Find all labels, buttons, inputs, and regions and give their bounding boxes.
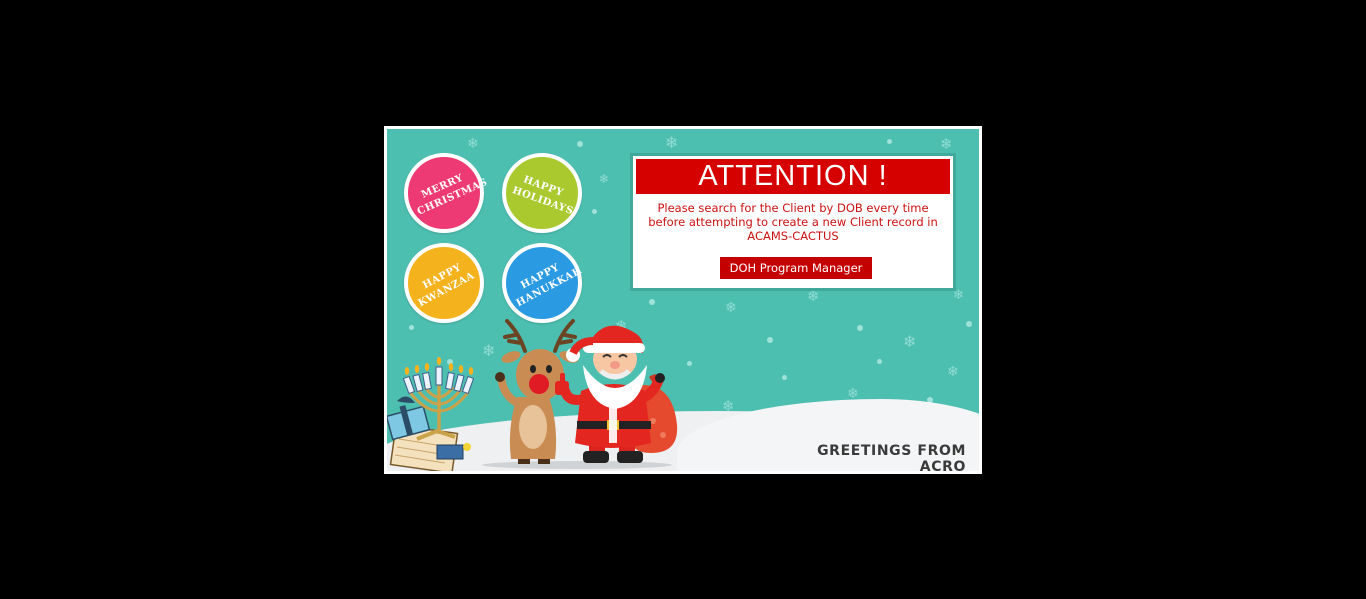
attention-message: Please search for the Client by DOB ever…: [648, 201, 938, 243]
holiday-card: ❄ ❄ ❄ ❄ ❄ ❄ ❄ ❄ ❄ ❄ ❄ ❄ ❄ MERRY CHRISTMA…: [387, 129, 979, 471]
attention-panel: ATTENTION ! Please search for the Client…: [630, 153, 956, 291]
attention-title: ATTENTION !: [636, 159, 950, 194]
greetings-text: GREETINGS FROM ACRO: [817, 443, 966, 471]
holiday-notice-modal: ❄ ❄ ❄ ❄ ❄ ❄ ❄ ❄ ❄ ❄ ❄ ❄ ❄ MERRY CHRISTMA…: [384, 126, 982, 474]
santa-icon: [555, 325, 665, 463]
doh-program-manager-button[interactable]: DOH Program Manager: [720, 257, 872, 279]
